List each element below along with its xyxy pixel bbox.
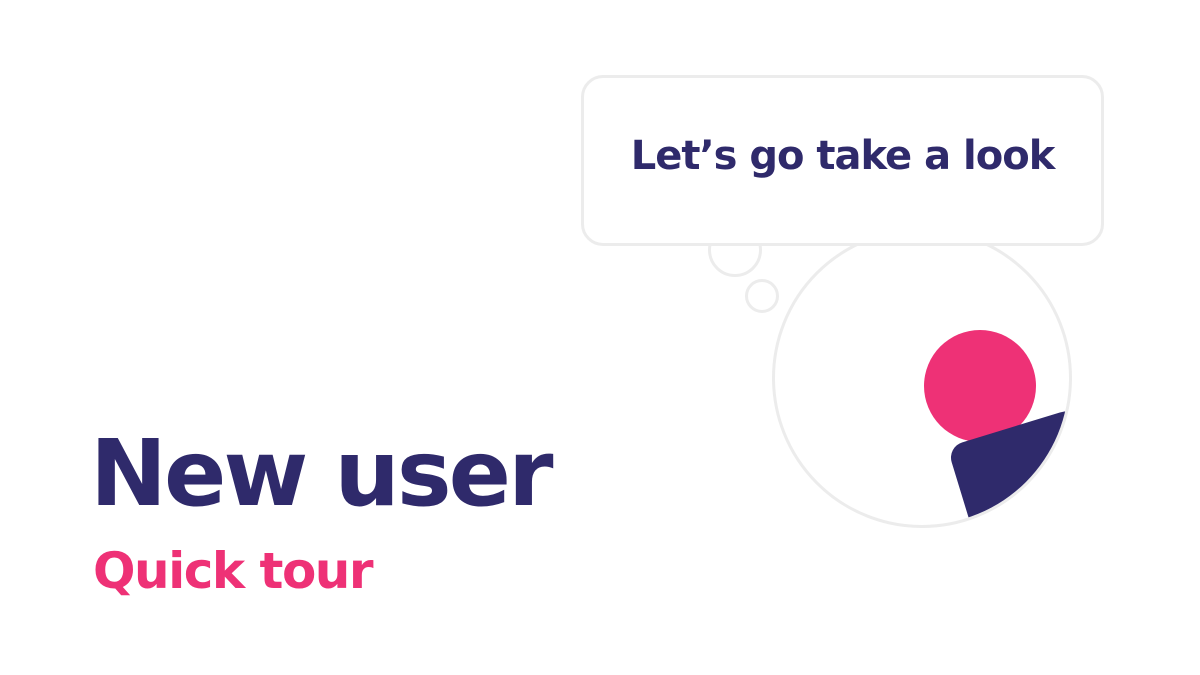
speech-bubble-text: Let’s go take a look <box>630 132 1056 179</box>
speech-bubble: Let’s go take a look <box>581 75 1104 246</box>
page-subtitle: Quick tour <box>93 542 374 600</box>
avatar-icon <box>772 228 1072 528</box>
thought-dot-small <box>745 279 779 313</box>
slide-canvas: Let’s go take a look New user Quick tour <box>0 0 1200 675</box>
page-title: New user <box>90 420 553 527</box>
